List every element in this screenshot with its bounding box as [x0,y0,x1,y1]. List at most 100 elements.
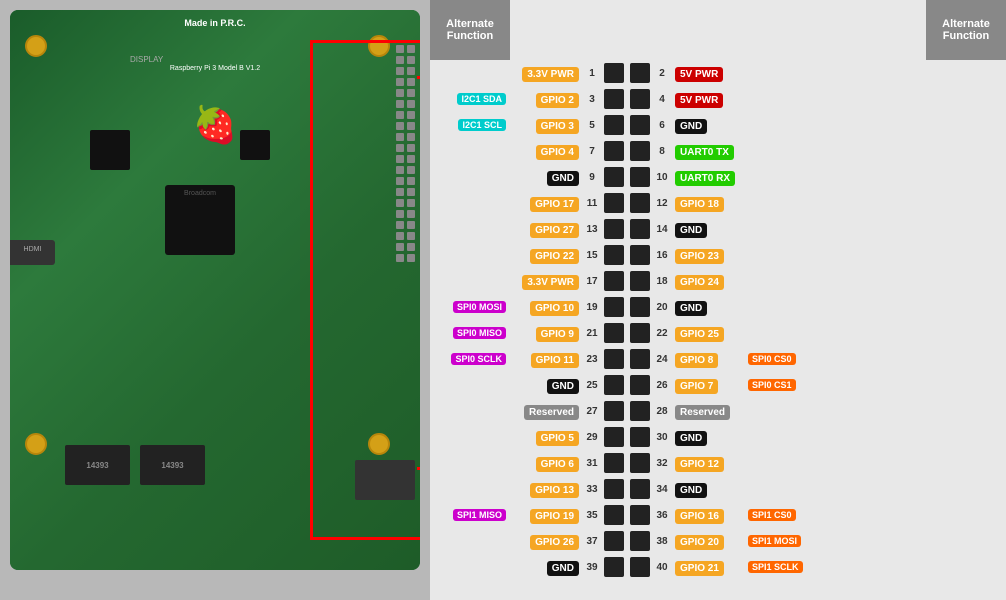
left-pin-label: GPIO 3 [510,116,582,134]
physical-pin-right [630,479,650,499]
physical-pin-left [604,375,624,395]
board-area: Made in P.R.C. Raspberry Pi 3 Model B V1… [0,0,430,600]
left-pin-label: 3.3V PWR [510,64,582,82]
gpio-rows: 3.3V PWR 1 2 5V PWR I2C1 SDA GPIO 2 3 [430,60,1006,600]
left-pin-number: 5 [582,120,602,131]
right-pin-number: 12 [652,198,672,209]
left-pin-number: 1 [582,68,602,79]
left-pin-number: 37 [582,536,602,547]
left-pin-label: GPIO 13 [510,480,582,498]
left-pin-label: GPIO 22 [510,246,582,264]
physical-pin-left [604,271,624,291]
left-pin-number: 9 [582,172,602,183]
right-pin-number: 4 [652,94,672,105]
right-pin-number: 24 [652,354,672,365]
physical-pin-right [630,167,650,187]
center-pins [602,245,652,265]
physical-pin-left [604,219,624,239]
mounting-hole-br [368,433,390,455]
right-pin-number: 22 [652,328,672,339]
gpio-row: GPIO 27 13 14 GND [430,216,1006,242]
gpio-table: AlternateFunction AlternateFunction 3.3V… [430,0,1006,600]
center-pins [602,531,652,551]
left-pin-number: 13 [582,224,602,235]
right-pin-label: GPIO 7 [672,376,744,394]
left-pin-label: GPIO 17 [510,194,582,212]
physical-pin-left [604,323,624,343]
left-pin-number: 19 [582,302,602,313]
gpio-row: GPIO 17 11 12 GPIO 18 [430,190,1006,216]
right-alt-func: SPI1 MOSI [744,536,824,547]
center-pins [602,401,652,421]
left-pin-label: GPIO 5 [510,428,582,446]
physical-pin-left [604,245,624,265]
right-pin-label: GPIO 20 [672,532,744,550]
left-pin-number: 25 [582,380,602,391]
right-pin-number: 40 [652,562,672,573]
right-pin-label: GPIO 18 [672,194,744,212]
left-alt-func: SPI0 SCLK [430,354,510,365]
physical-pin-left [604,557,624,577]
right-alt-func: SPI0 CS1 [744,380,824,391]
right-pin-label: GPIO 16 [672,506,744,524]
left-pin-number: 39 [582,562,602,573]
right-pin-label: GND [672,428,744,446]
right-pin-number: 2 [652,68,672,79]
physical-pin-left [604,89,624,109]
gpio-row: GPIO 13 33 34 GND [430,476,1006,502]
header-right-alt: AlternateFunction [926,0,1006,60]
mounting-hole-tr [368,35,390,57]
header-left-alt: AlternateFunction [430,0,510,60]
gpio-row: GPIO 26 37 38 GPIO 20 SPI1 MOSI [430,528,1006,554]
gpio-row: 3.3V PWR 17 18 GPIO 24 [430,268,1006,294]
center-pins [602,453,652,473]
right-pin-number: 32 [652,458,672,469]
left-pin-label: GND [510,168,582,186]
physical-pin-left [604,427,624,447]
left-pin-label: GND [510,376,582,394]
gpio-row: SPI0 MISO GPIO 9 21 22 GPIO 25 [430,320,1006,346]
right-pin-number: 20 [652,302,672,313]
center-pins [602,479,652,499]
gpio-diagram: AlternateFunction AlternateFunction 3.3V… [430,0,1006,600]
left-pin-label: Reserved [510,402,582,420]
gpio-header: AlternateFunction AlternateFunction [430,0,1006,60]
left-pin-number: 33 [582,484,602,495]
physical-pin-right [630,401,650,421]
physical-pin-right [630,427,650,447]
right-pin-label: GND [672,116,744,134]
model-label: Raspberry Pi 3 Model B V1.2 [170,65,260,72]
right-pin-label: GPIO 24 [672,272,744,290]
physical-pin-right [630,557,650,577]
left-pin-number: 31 [582,458,602,469]
physical-pin-right [630,323,650,343]
right-pin-label: GPIO 21 [672,558,744,576]
gpio-row: I2C1 SCL GPIO 3 5 6 GND [430,112,1006,138]
left-alt-func: SPI0 MOSI [430,302,510,313]
physical-pin-right [630,89,650,109]
left-pin-number: 17 [582,276,602,287]
left-pin-label: GPIO 6 [510,454,582,472]
left-alt-func: SPI1 MISO [430,510,510,521]
right-pin-number: 16 [652,250,672,261]
left-pin-number: 27 [582,406,602,417]
gpio-row: GPIO 22 15 16 GPIO 23 [430,242,1006,268]
made-in-label: Made in P.R.C. [184,18,245,28]
gpio-pin-header [396,45,415,262]
physical-pin-right [630,115,650,135]
center-pins [602,271,652,291]
physical-pin-left [604,453,624,473]
physical-pin-left [604,193,624,213]
mounting-hole-tl [25,35,47,57]
center-pins [602,89,652,109]
left-pin-label: GPIO 26 [510,532,582,550]
left-pin-number: 3 [582,94,602,105]
left-pin-number: 7 [582,146,602,157]
left-pin-label: 3.3V PWR [510,272,582,290]
physical-pin-left [604,349,624,369]
right-pin-number: 14 [652,224,672,235]
gpio-row: Reserved 27 28 Reserved [430,398,1006,424]
hdmi-port: HDMI [10,240,55,265]
chip-small-1 [90,130,130,170]
left-pin-number: 21 [582,328,602,339]
